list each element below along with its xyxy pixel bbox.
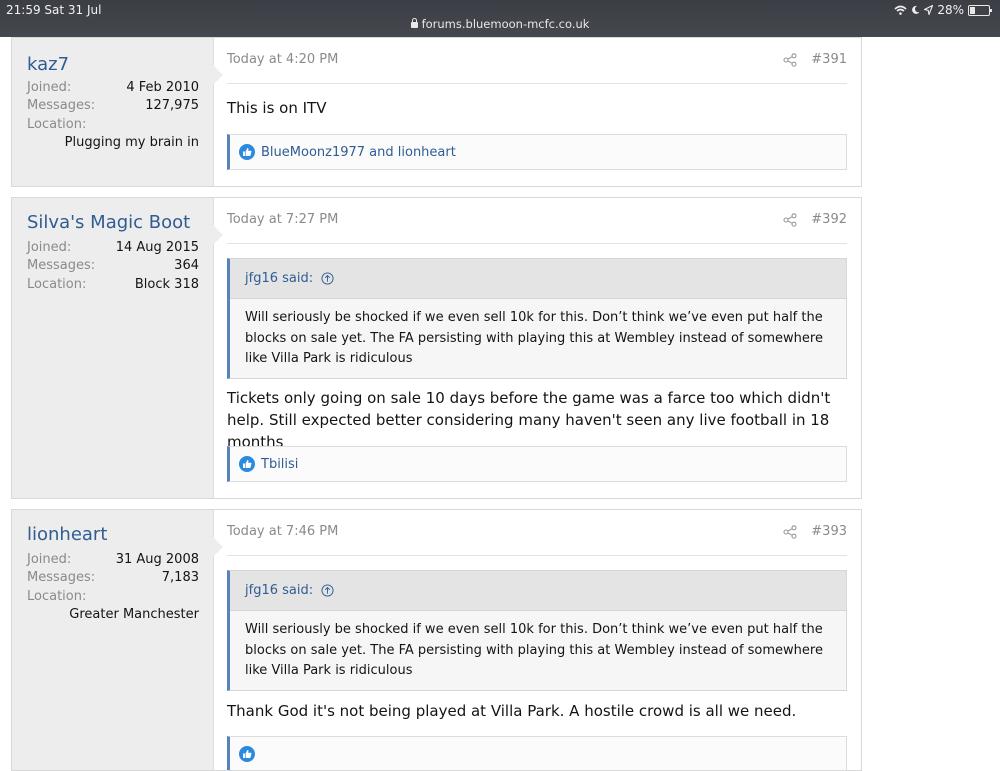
divider xyxy=(227,83,847,84)
reactions-bar[interactable] xyxy=(227,736,847,770)
lock-icon xyxy=(410,18,418,28)
joined-label: Joined: xyxy=(27,80,72,95)
like-icon xyxy=(239,144,255,160)
location-label: Location: xyxy=(27,589,87,604)
quote-block: jfg16 said: Will seriously be shocked if… xyxy=(227,570,847,691)
divider xyxy=(227,555,847,556)
share-icon[interactable] xyxy=(783,52,797,67)
like-icon xyxy=(239,456,255,472)
location-row: Location: xyxy=(27,117,199,135)
share-icon[interactable] xyxy=(783,524,797,539)
quote-author[interactable]: jfg16 said: xyxy=(245,583,313,598)
arrow-up-circle-icon[interactable] xyxy=(321,584,334,597)
messages-row: Messages: 7,183 xyxy=(27,570,199,588)
post-392: Silva's Magic Boot Joined: 14 Aug 2015 M… xyxy=(11,197,862,499)
address-url: forums.bluemoon-mcfc.co.uk xyxy=(421,17,590,31)
post-number[interactable]: #392 xyxy=(811,212,847,227)
messages-row: Messages: 127,975 xyxy=(27,98,199,116)
reactions-bar[interactable]: BlueMoonz1977 and lionheart xyxy=(227,134,847,170)
address-bar[interactable]: forums.bluemoon-mcfc.co.uk xyxy=(0,17,1000,31)
post-body: Today at 4:20 PM #391 This is on ITV Blu… xyxy=(227,38,847,186)
messages-value: 127,975 xyxy=(145,98,199,113)
post-393: lionheart Joined: 31 Aug 2008 Messages: … xyxy=(11,509,862,771)
quote-block: jfg16 said: Will seriously be shocked if… xyxy=(227,258,847,379)
battery-percent: 28% xyxy=(937,3,964,17)
username[interactable]: lionheart xyxy=(27,524,107,545)
joined-value: 31 Aug 2008 xyxy=(115,552,199,567)
location-label: Location: xyxy=(27,117,87,132)
messages-label: Messages: xyxy=(27,570,96,585)
messages-label: Messages: xyxy=(27,258,96,273)
post-date[interactable]: Today at 7:27 PM xyxy=(227,212,338,227)
user-panel: Silva's Magic Boot Joined: 14 Aug 2015 M… xyxy=(12,198,223,498)
share-icon[interactable] xyxy=(783,212,797,227)
username[interactable]: Silva's Magic Boot xyxy=(27,212,190,233)
messages-value: 7,183 xyxy=(161,570,199,585)
location-arrow-icon xyxy=(924,5,934,15)
post-message: Tickets only going on sale 10 days befor… xyxy=(227,389,831,451)
post-number[interactable]: #393 xyxy=(811,524,847,539)
joined-row: Joined: 31 Aug 2008 xyxy=(27,552,199,570)
post-message: Thank God it's not being played at Villa… xyxy=(227,702,797,720)
joined-row: Joined: 4 Feb 2010 xyxy=(27,80,199,98)
joined-label: Joined: xyxy=(27,552,72,567)
post-391: kaz7 Joined: 4 Feb 2010 Messages: 127,97… xyxy=(11,37,862,187)
post-meta: #392 xyxy=(783,212,847,227)
messages-value: 364 xyxy=(174,258,199,273)
joined-label: Joined: xyxy=(27,240,72,255)
reactions-users[interactable]: Tbilisi xyxy=(261,457,298,472)
joined-value: 4 Feb 2010 xyxy=(126,80,199,95)
location-value: Plugging my brain in xyxy=(64,135,199,150)
status-time-date: 21:59 Sat 31 Jul xyxy=(6,3,102,17)
post-body: Today at 7:46 PM #393 jfg16 said: Will s… xyxy=(227,510,847,770)
post-date[interactable]: Today at 7:46 PM xyxy=(227,524,338,539)
reactions-users[interactable]: BlueMoonz1977 and lionheart xyxy=(261,145,456,160)
location-value: Greater Manchester xyxy=(69,607,199,622)
status-indicators: 28% xyxy=(894,3,992,17)
post-meta: #391 xyxy=(783,52,847,67)
quote-text: Will seriously be shocked if we even sel… xyxy=(245,310,823,366)
wifi-icon xyxy=(894,5,907,15)
post-date[interactable]: Today at 4:20 PM xyxy=(227,52,338,67)
quote-header[interactable]: jfg16 said: xyxy=(230,259,846,299)
user-panel: lionheart Joined: 31 Aug 2008 Messages: … xyxy=(12,510,223,770)
quote-header[interactable]: jfg16 said: xyxy=(230,571,846,611)
post-message: This is on ITV xyxy=(227,99,327,117)
location-label: Location: xyxy=(27,277,87,292)
moon-icon xyxy=(912,5,920,14)
post-body: Today at 7:27 PM #392 jfg16 said: Will s… xyxy=(227,198,847,498)
location-value: Block 318 xyxy=(134,277,199,292)
battery-icon xyxy=(968,4,992,16)
reactions-bar[interactable]: Tbilisi xyxy=(227,446,847,482)
arrow-up-circle-icon[interactable] xyxy=(321,272,334,285)
quote-author[interactable]: jfg16 said: xyxy=(245,271,313,286)
like-icon xyxy=(239,746,255,762)
joined-row: Joined: 14 Aug 2015 xyxy=(27,240,199,258)
messages-row: Messages: 364 xyxy=(27,258,199,276)
divider xyxy=(227,243,847,244)
location-row: Location: xyxy=(27,589,199,607)
messages-label: Messages: xyxy=(27,98,96,113)
username[interactable]: kaz7 xyxy=(27,54,69,75)
joined-value: 14 Aug 2015 xyxy=(115,240,199,255)
status-bar: 21:59 Sat 31 Jul forums.bluemoon-mcfc.co… xyxy=(0,0,1000,37)
user-panel: kaz7 Joined: 4 Feb 2010 Messages: 127,97… xyxy=(12,38,223,186)
post-meta: #393 xyxy=(783,524,847,539)
post-number[interactable]: #391 xyxy=(811,52,847,67)
location-row: Location: Block 318 xyxy=(27,277,199,295)
quote-text: Will seriously be shocked if we even sel… xyxy=(245,622,823,678)
